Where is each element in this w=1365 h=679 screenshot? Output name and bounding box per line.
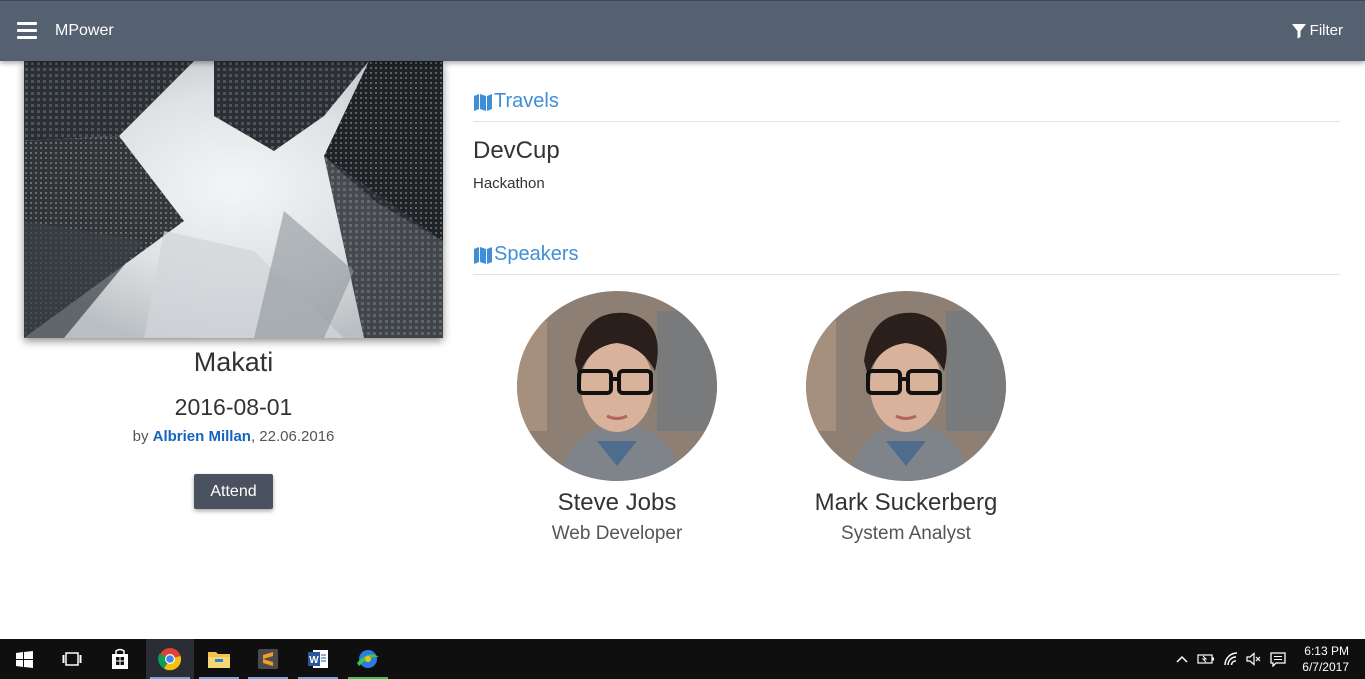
word-icon[interactable]: W bbox=[294, 639, 342, 679]
skyscrapers-photo bbox=[24, 61, 443, 338]
filter-label: Filter bbox=[1309, 22, 1343, 39]
speaker-role: Web Developer bbox=[551, 523, 683, 544]
chevron-up-icon[interactable] bbox=[1173, 639, 1191, 679]
speaker-name: Mark Suckerberg bbox=[814, 489, 998, 516]
store-icon[interactable] bbox=[96, 639, 144, 679]
event-date: 2016-08-01 bbox=[174, 394, 293, 420]
speaker-avatar bbox=[517, 291, 717, 481]
clock-time: 6:13 PM bbox=[1304, 644, 1349, 658]
sublime-text-icon[interactable] bbox=[244, 639, 292, 679]
posted-date: , 22.06.2016 bbox=[250, 428, 335, 445]
app-title: MPower bbox=[55, 22, 114, 39]
speaker-name: Steve Jobs bbox=[557, 489, 677, 516]
wifi-icon[interactable] bbox=[1221, 639, 1241, 679]
file-explorer-icon[interactable] bbox=[195, 639, 243, 679]
task-view-icon[interactable] bbox=[48, 639, 96, 679]
event-city: Makati bbox=[193, 347, 274, 377]
green-app-icon[interactable] bbox=[344, 639, 392, 679]
app-bar: MPower Filter bbox=[0, 0, 1365, 61]
by-prefix: by bbox=[132, 428, 149, 445]
map-icon bbox=[474, 246, 492, 264]
notifications-icon[interactable] bbox=[1268, 639, 1288, 679]
speaker-card[interactable]: Mark Suckerberg System Analyst bbox=[786, 291, 1026, 545]
start-icon[interactable] bbox=[0, 639, 48, 679]
speaker-role: System Analyst bbox=[841, 523, 971, 544]
speaker-avatar bbox=[806, 291, 1006, 481]
attend-button[interactable]: Attend bbox=[194, 474, 273, 509]
filter-button[interactable]: Filter bbox=[1291, 22, 1343, 39]
travels-heading-label: Travels bbox=[494, 90, 559, 112]
battery-icon[interactable] bbox=[1196, 639, 1216, 679]
chrome-icon[interactable] bbox=[146, 639, 194, 679]
map-icon bbox=[474, 93, 492, 111]
speakers-heading-label: Speakers bbox=[494, 243, 579, 265]
windows-taskbar: W 6:13 PM 6/7/2017 bbox=[0, 639, 1365, 679]
event-byline: by Albrien Millan, 22.06.2016 bbox=[24, 428, 443, 445]
event-cover-image bbox=[24, 61, 443, 338]
author-link[interactable]: Albrien Millan bbox=[153, 428, 251, 445]
svg-text:W: W bbox=[309, 655, 319, 666]
hamburger-menu-icon[interactable] bbox=[17, 22, 39, 40]
speakers-heading: Speakers bbox=[473, 235, 1340, 275]
system-clock[interactable]: 6:13 PM 6/7/2017 bbox=[1302, 643, 1349, 675]
speaker-card[interactable]: Steve Jobs Web Developer bbox=[497, 291, 737, 545]
travels-heading: Travels bbox=[473, 82, 1340, 122]
travel-subtitle: Hackathon bbox=[473, 175, 545, 192]
speaker-muted-icon[interactable] bbox=[1244, 639, 1264, 679]
clock-date: 6/7/2017 bbox=[1302, 660, 1349, 674]
travel-title: DevCup bbox=[473, 137, 560, 164]
filter-icon bbox=[1291, 23, 1306, 38]
